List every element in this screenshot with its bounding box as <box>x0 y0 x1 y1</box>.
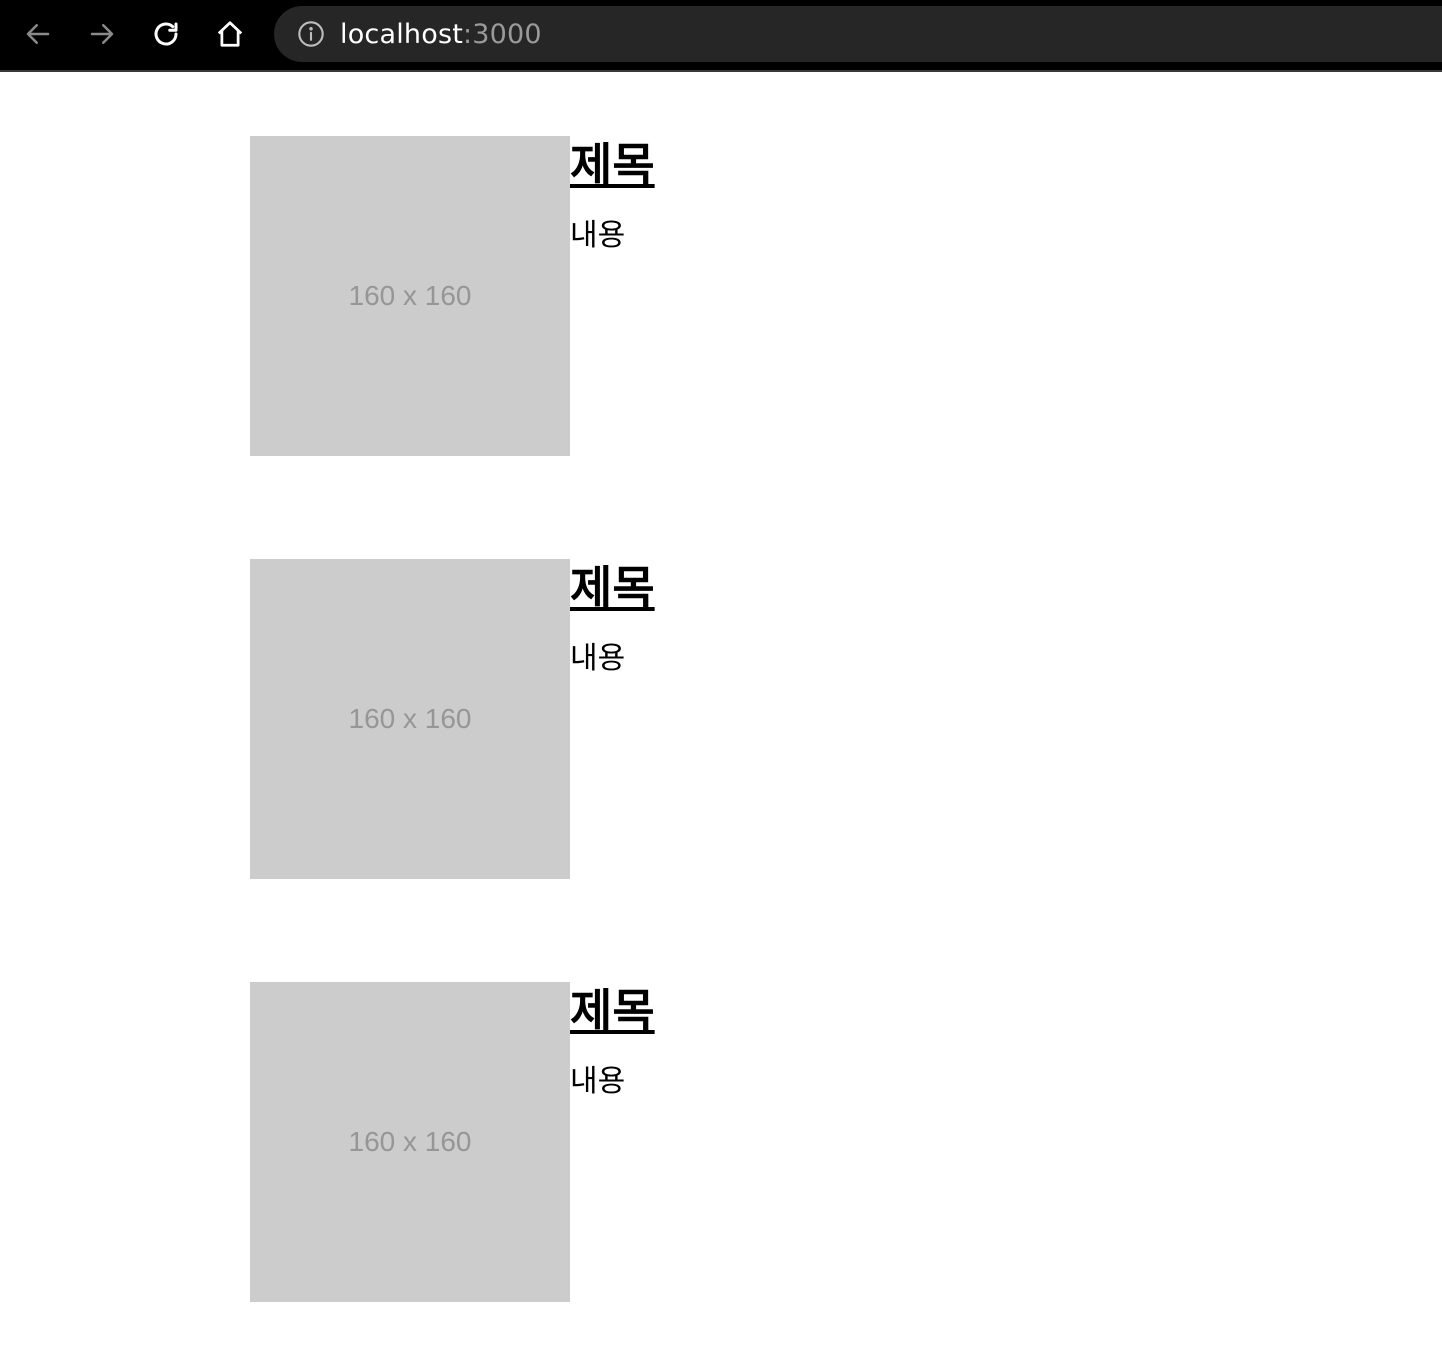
card: 160 x 160 제목 내용 <box>250 982 1150 1302</box>
card-image-placeholder: 160 x 160 <box>250 559 570 879</box>
card: 160 x 160 제목 내용 <box>250 559 1150 879</box>
address-bar[interactable]: localhost:3000 <box>274 6 1442 62</box>
card-title-link[interactable]: 제목 <box>570 559 655 617</box>
card-content: 내용 <box>570 218 626 253</box>
card-title-link[interactable]: 제목 <box>570 982 655 1040</box>
card-image-placeholder: 160 x 160 <box>250 982 570 1302</box>
browser-toolbar: localhost:3000 <box>0 0 1442 72</box>
back-arrow-icon <box>26 24 50 44</box>
info-icon[interactable] <box>296 19 326 49</box>
forward-arrow-icon <box>90 24 114 44</box>
home-button[interactable] <box>210 14 250 54</box>
card: 160 x 160 제목 내용 <box>250 136 1150 456</box>
card-content: 내용 <box>570 641 626 676</box>
url-host: localhost <box>340 18 463 50</box>
image-placeholder-label: 160 x 160 <box>348 280 472 311</box>
image-placeholder-label: 160 x 160 <box>348 1126 472 1157</box>
forward-button[interactable] <box>82 14 122 54</box>
home-icon <box>217 21 243 47</box>
image-placeholder-label: 160 x 160 <box>348 703 472 734</box>
url-text[interactable]: localhost:3000 <box>340 19 542 50</box>
reload-icon <box>154 22 178 46</box>
back-button[interactable] <box>18 14 58 54</box>
url-port: :3000 <box>463 18 542 50</box>
card-content: 내용 <box>570 1064 626 1099</box>
card-title-link[interactable]: 제목 <box>570 136 655 194</box>
reload-button[interactable] <box>146 14 186 54</box>
card-image-placeholder: 160 x 160 <box>250 136 570 456</box>
